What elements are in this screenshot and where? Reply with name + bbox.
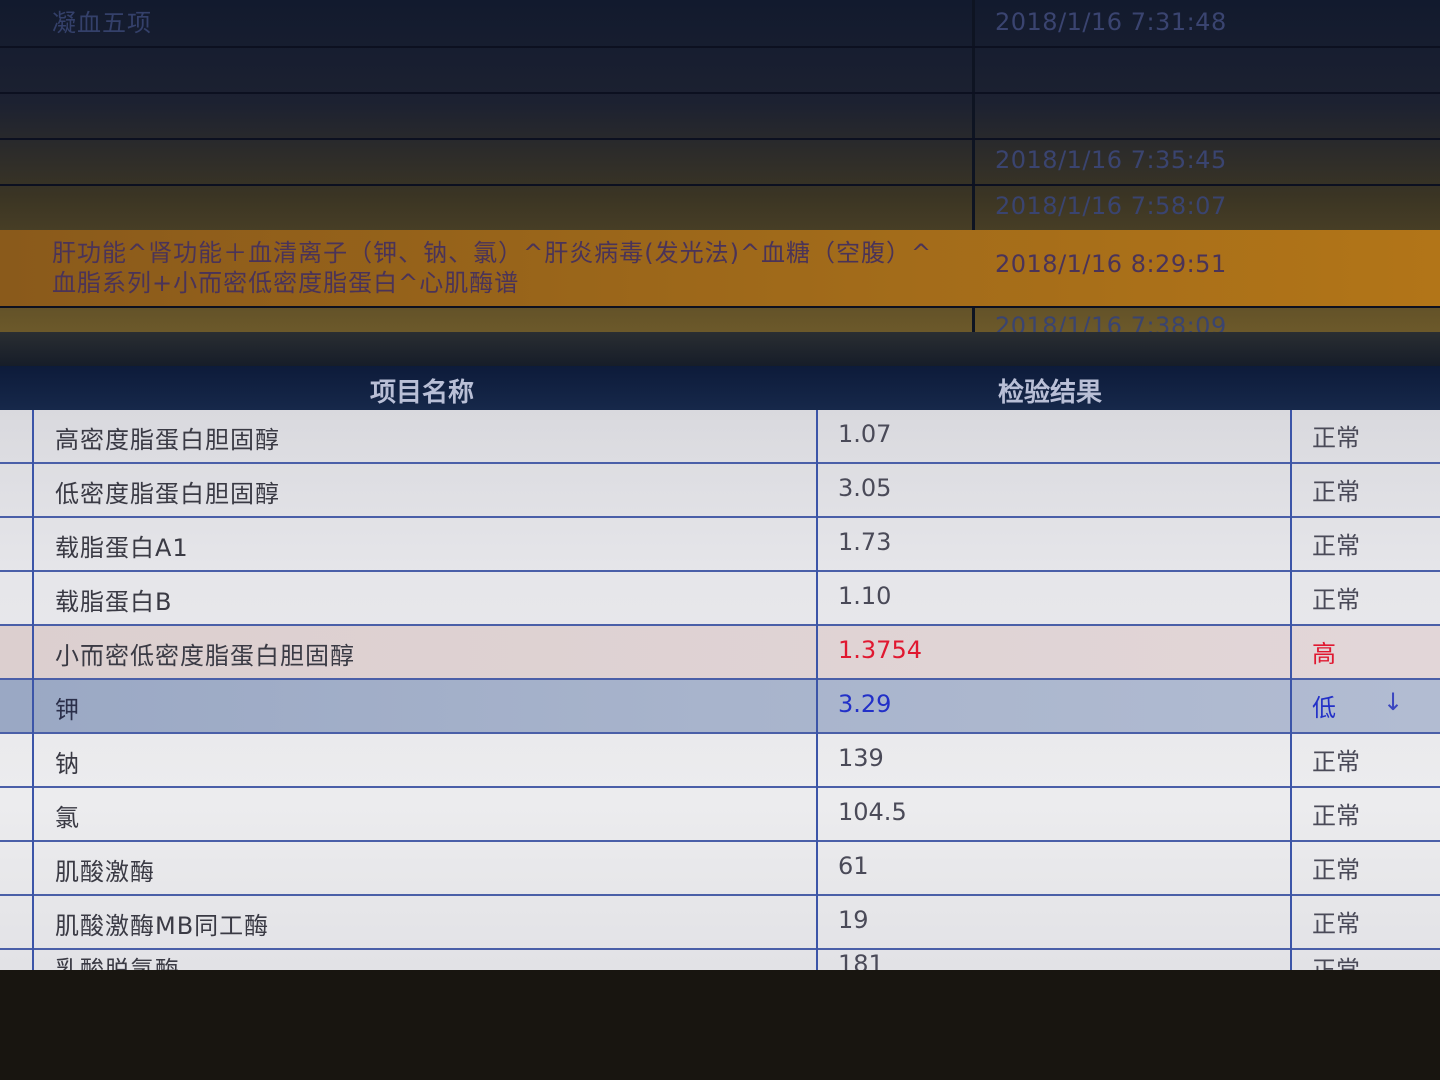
table-row[interactable]: 载脂蛋白A1 1.73 正常 (0, 518, 1440, 572)
order-time: 2018/1/16 7:35:45 (995, 146, 1227, 174)
order-time: 2018/1/16 7:31:48 (995, 8, 1227, 36)
column-divider (816, 410, 818, 970)
item-flag: 正常 (1312, 478, 1360, 506)
item-value: 1.3754 (838, 636, 922, 664)
item-name: 高密度脂蛋白胆固醇 (55, 426, 280, 454)
item-name: 乳酸脱氢酶 (55, 956, 180, 970)
item-flag: 正常 (1312, 424, 1360, 452)
order-row-selected[interactable]: 肝功能^肾功能＋血清离子（钾、钠、氯）^肝炎病毒(发光法)^血糖（空腹）^血脂系… (0, 230, 1440, 308)
table-row[interactable]: 低密度脂蛋白胆固醇 3.05 正常 (0, 464, 1440, 518)
item-name: 钾 (55, 696, 80, 724)
column-header-name[interactable]: 项目名称 (370, 372, 474, 409)
order-name: 肝功能^肾功能＋血清离子（钾、钠、氯）^肝炎病毒(发光法)^血糖（空腹）^血脂系… (52, 239, 933, 297)
table-row[interactable]: 钠 139 正常 (0, 734, 1440, 788)
item-name: 氯 (55, 804, 80, 832)
column-header-value[interactable]: 检验结果 (998, 372, 1102, 409)
item-value: 3.29 (838, 690, 892, 718)
table-row-low[interactable]: 钾 3.29 低 ↓ (0, 680, 1440, 734)
table-row-high[interactable]: 小而密低密度脂蛋白胆固醇 1.3754 高 (0, 626, 1440, 680)
column-divider (1290, 410, 1292, 970)
item-flag: 低 (1312, 694, 1336, 722)
column-divider (32, 410, 34, 970)
item-name: 载脂蛋白B (55, 588, 173, 616)
table-row[interactable]: 氯 104.5 正常 (0, 788, 1440, 842)
screen-bottom-edge (0, 970, 1440, 1080)
item-flag: 正常 (1312, 586, 1360, 614)
order-row[interactable] (0, 92, 1440, 140)
item-value: 3.05 (838, 474, 892, 502)
item-flag: 正常 (1312, 910, 1360, 938)
item-value: 139 (838, 744, 884, 772)
item-value: 61 (838, 852, 869, 880)
order-time: 2018/1/16 7:58:07 (995, 192, 1227, 220)
item-value: 1.73 (838, 528, 892, 556)
item-name: 载脂蛋白A1 (55, 534, 189, 562)
item-name: 肌酸激酶MB同工酶 (55, 912, 270, 940)
result-table: 项目名称 检验结果 高密度脂蛋白胆固醇 1.07 正常 低密度脂蛋白胆固醇 3.… (0, 366, 1440, 1080)
item-flag: 高 (1312, 640, 1336, 668)
item-value: 104.5 (838, 798, 907, 826)
table-row[interactable]: 肌酸激酶MB同工酶 19 正常 (0, 896, 1440, 950)
order-row[interactable]: 2018/1/16 7:58:07 (0, 184, 1440, 232)
item-flag: 正常 (1312, 856, 1360, 884)
order-row[interactable]: 2018/1/16 7:35:45 (0, 138, 1440, 186)
item-flag: 正常 (1312, 748, 1360, 776)
table-row[interactable]: 载脂蛋白B 1.10 正常 (0, 572, 1440, 626)
item-name: 肌酸激酶 (55, 858, 155, 886)
item-name: 低密度脂蛋白胆固醇 (55, 480, 280, 508)
item-value: 19 (838, 906, 869, 934)
item-value: 1.07 (838, 420, 892, 448)
order-name: 凝血五项 (52, 9, 152, 37)
order-row[interactable]: 凝血五项 2018/1/16 7:31:48 (0, 0, 1440, 48)
item-value: 1.10 (838, 582, 892, 610)
table-row[interactable]: 乳酸脱氢酶 181 正常 (0, 950, 1440, 970)
item-value: 181 (838, 950, 884, 970)
item-name: 钠 (55, 750, 80, 778)
item-flag: 正常 (1312, 802, 1360, 830)
item-name: 小而密低密度脂蛋白胆固醇 (55, 642, 355, 670)
item-flag: 正常 (1312, 956, 1360, 970)
down-arrow-icon: ↓ (1383, 688, 1404, 716)
table-row[interactable]: 肌酸激酶 61 正常 (0, 842, 1440, 896)
panel-separator (0, 332, 1440, 368)
table-row[interactable]: 高密度脂蛋白胆固醇 1.07 正常 (0, 410, 1440, 464)
result-rows: 高密度脂蛋白胆固醇 1.07 正常 低密度脂蛋白胆固醇 3.05 正常 载脂蛋白… (0, 410, 1440, 970)
order-list-panel: 凝血五项 2018/1/16 7:31:48 2018/1/16 7:35:45… (0, 0, 1440, 340)
item-flag: 正常 (1312, 532, 1360, 560)
order-time: 2018/1/16 8:29:51 (995, 250, 1227, 278)
order-row[interactable] (0, 46, 1440, 94)
table-header: 项目名称 检验结果 (0, 366, 1440, 410)
